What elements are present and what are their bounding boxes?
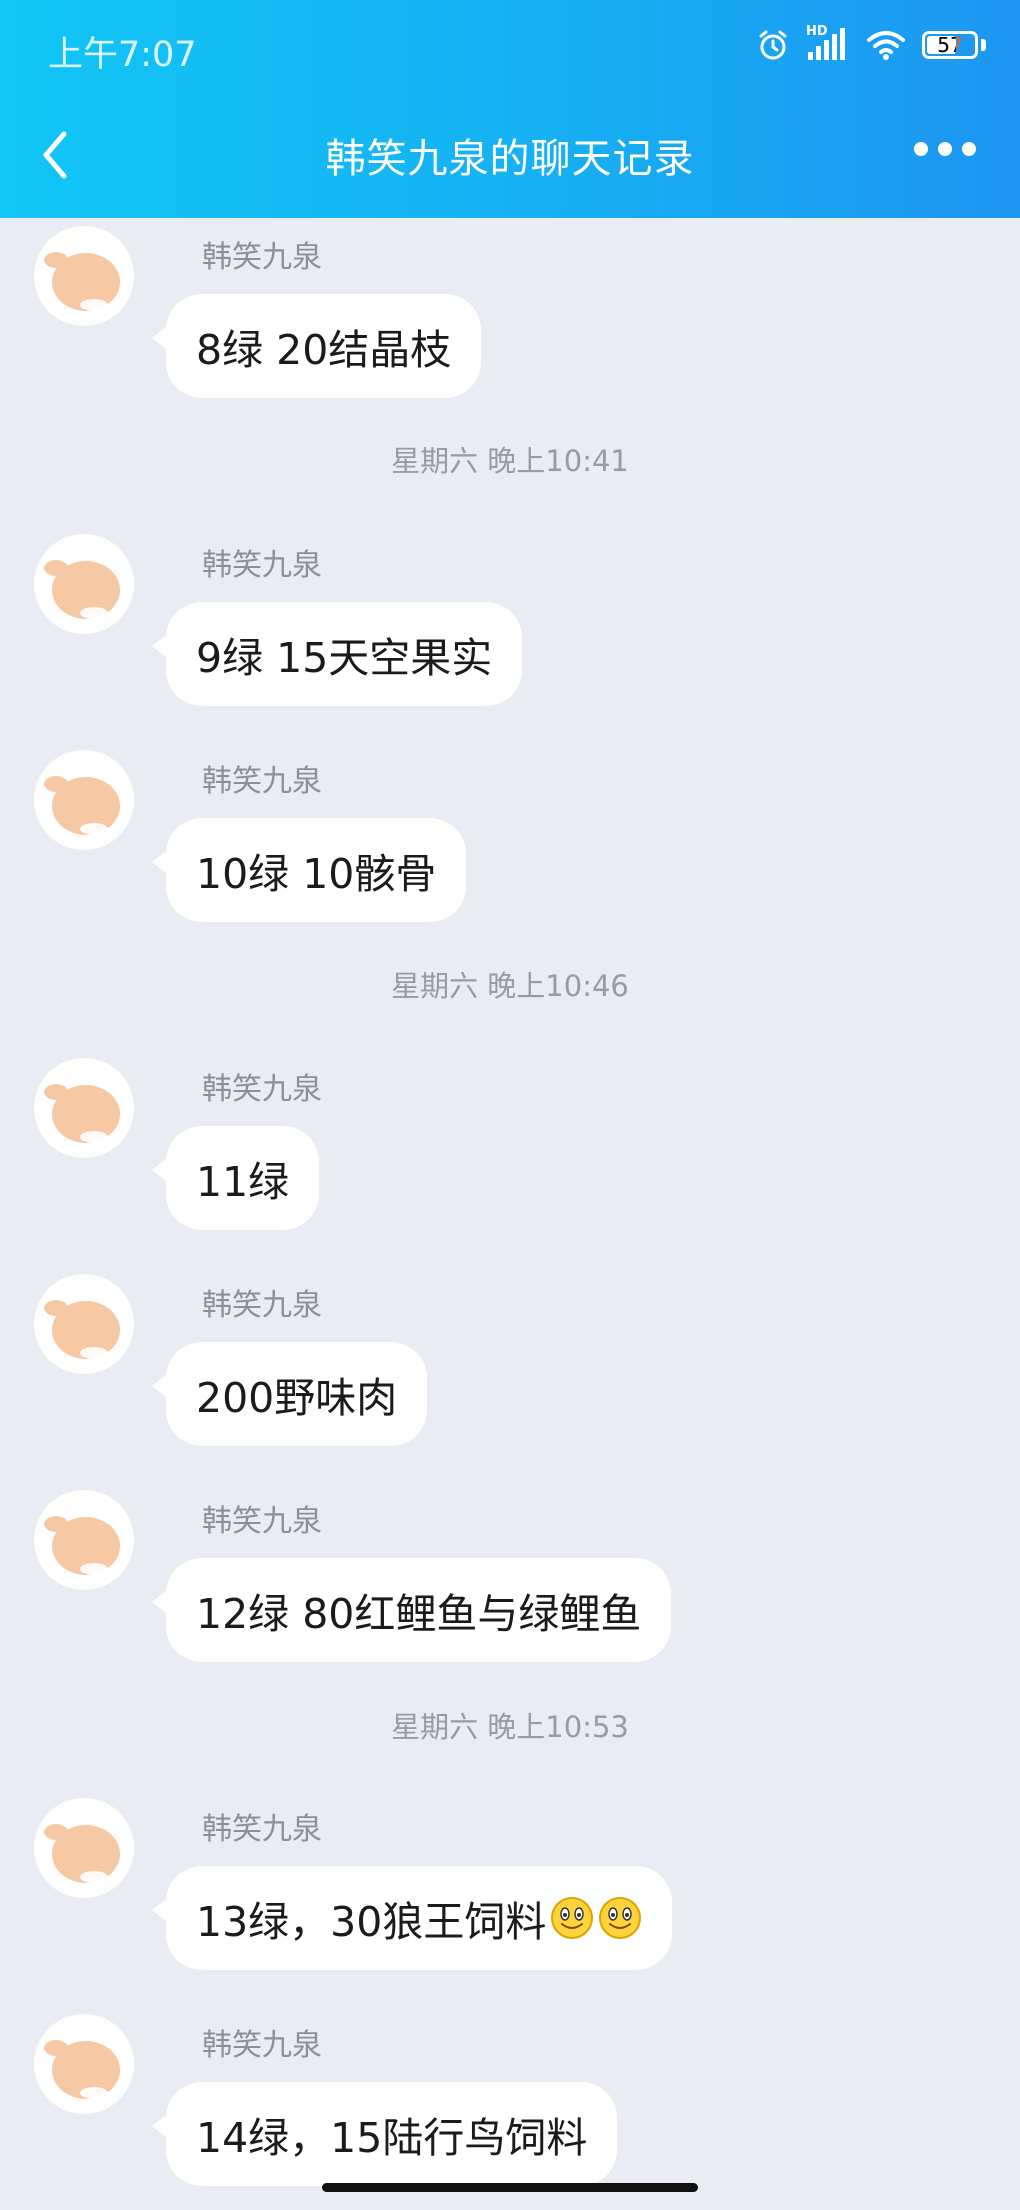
sender-name: 韩笑九泉	[202, 764, 322, 799]
message-bubble[interactable]: 10绿 10骸骨	[151, 818, 467, 922]
smiley-emoji-icon	[551, 1897, 594, 1939]
avatar-image	[44, 560, 120, 619]
sender-avatar[interactable]	[34, 2014, 134, 2114]
alarm-icon	[759, 30, 787, 60]
sender-avatar[interactable]	[34, 1490, 134, 1590]
page-title: 韩笑九泉的聊天记录	[325, 136, 695, 182]
chat-history[interactable]: 韩笑九泉 8绿 20结晶枝 星期六 晚上10:41 韩笑九泉 9绿 15天空果实	[0, 218, 1020, 2210]
sender-name: 韩笑九泉	[202, 548, 322, 583]
sender-name: 韩笑九泉	[202, 1812, 322, 1847]
dot-icon	[938, 142, 952, 156]
message-bubble[interactable]: 13绿，30狼王饲料	[151, 1866, 673, 1970]
sender-name: 韩笑九泉	[202, 1072, 322, 1107]
sender-avatar[interactable]	[34, 750, 134, 850]
dot-icon	[962, 142, 976, 156]
message-text: 11绿	[196, 1158, 290, 1206]
message-bubble[interactable]: 14绿，15陆行鸟饲料	[151, 2082, 618, 2186]
battery-level: 57	[937, 33, 963, 57]
app-header: 上午7:07 HD 57 韩笑九泉的聊天记录	[0, 0, 1020, 218]
timestamp: 星期六 晚上10:41	[391, 444, 629, 478]
message-bubble[interactable]: 9绿 15天空果实	[151, 602, 523, 706]
home-indicator[interactable]	[322, 2183, 698, 2192]
status-icons: HD 57	[756, 24, 986, 62]
avatar-image	[44, 1516, 120, 1575]
sender-avatar[interactable]	[34, 226, 134, 326]
message-text: 14绿，15陆行鸟饲料	[196, 2114, 588, 2162]
message-bubble[interactable]: 12绿 80红鲤鱼与绿鲤鱼	[151, 1558, 672, 1662]
sender-name: 韩笑九泉	[202, 2028, 322, 2063]
message-text: 200野味肉	[196, 1374, 398, 1422]
message-text: 10绿 10骸骨	[196, 850, 437, 898]
sender-avatar[interactable]	[34, 534, 134, 634]
avatar-image	[44, 1084, 120, 1143]
message-bubble[interactable]: 200野味肉	[151, 1342, 428, 1446]
dot-icon	[914, 142, 928, 156]
sender-avatar[interactable]	[34, 1798, 134, 1898]
signal-icon: HD	[806, 24, 850, 62]
smiley-emoji-icon	[599, 1897, 642, 1939]
wifi-icon	[867, 31, 905, 60]
message-bubble[interactable]: 8绿 20结晶枝	[151, 294, 482, 398]
sender-name: 韩笑九泉	[202, 240, 322, 275]
timestamp: 星期六 晚上10:53	[391, 1710, 629, 1744]
message-text: 8绿 20结晶枝	[196, 326, 452, 374]
message-text: 9绿 15天空果实	[196, 634, 493, 682]
sender-name: 韩笑九泉	[202, 1504, 322, 1539]
avatar-image	[44, 1824, 120, 1883]
sender-avatar[interactable]	[34, 1058, 134, 1158]
more-options-button[interactable]	[914, 142, 976, 156]
message-bubble[interactable]: 11绿	[151, 1126, 320, 1230]
battery-tip	[981, 39, 986, 51]
status-time: 上午7:07	[48, 35, 197, 75]
message-text: 13绿，30狼王饲料	[196, 1898, 547, 1946]
battery-icon: 57	[922, 31, 978, 59]
avatar-image	[44, 776, 120, 835]
avatar-image	[44, 1300, 120, 1359]
message-text: 12绿 80红鲤鱼与绿鲤鱼	[196, 1590, 642, 1638]
avatar-image	[44, 252, 120, 311]
sender-avatar[interactable]	[34, 1274, 134, 1374]
timestamp: 星期六 晚上10:46	[391, 969, 629, 1003]
sender-name: 韩笑九泉	[202, 1288, 322, 1323]
avatar-image	[44, 2040, 120, 2099]
